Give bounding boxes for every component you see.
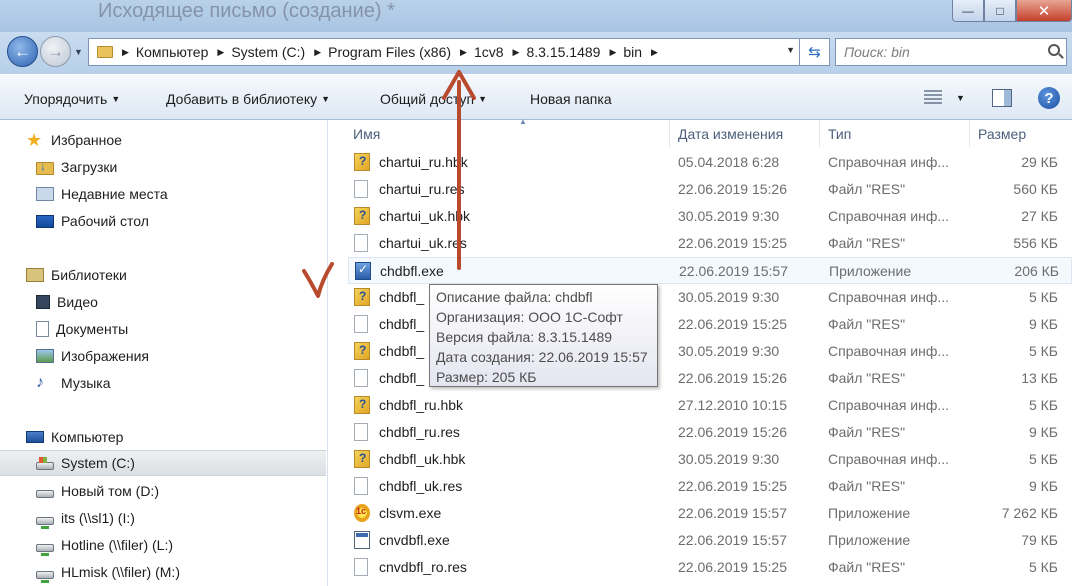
checkmark-icon — [302, 262, 334, 298]
annotation-arrow-icon — [442, 70, 476, 270]
annotation-overlay — [302, 70, 476, 298]
